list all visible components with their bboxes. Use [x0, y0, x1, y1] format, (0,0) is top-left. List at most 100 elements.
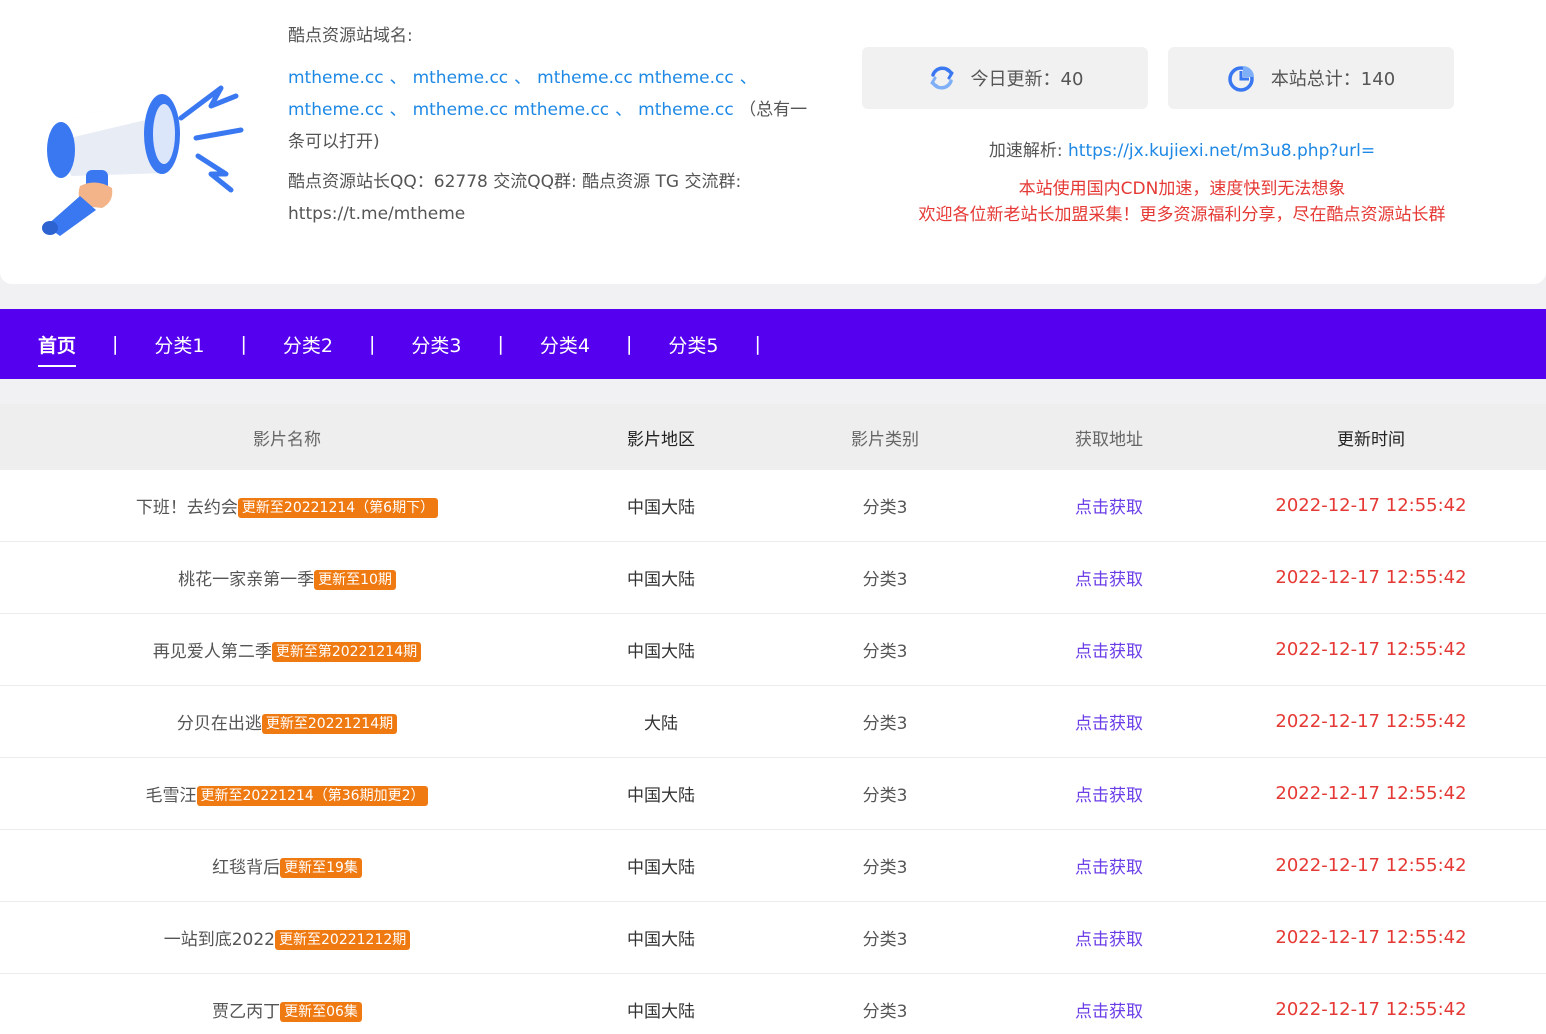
megaphone-icon — [42, 85, 244, 236]
get-link[interactable]: 点击获取 — [1075, 786, 1143, 806]
nav-separator: | — [240, 333, 247, 355]
category-cell: 分类3 — [862, 858, 908, 878]
link-cell: 点击获取 — [1022, 637, 1196, 662]
video-title[interactable]: 贾乙丙丁 — [212, 1002, 280, 1022]
nav-item-category2[interactable]: 分类2 — [283, 331, 333, 358]
category-cell: 分类3 — [862, 1002, 908, 1022]
update-badge: 更新至06集 — [280, 1002, 362, 1022]
header-link: 获取地址 — [1075, 429, 1143, 450]
link-cell: 点击获取 — [1022, 781, 1196, 806]
video-title[interactable]: 分贝在出逃 — [177, 714, 262, 734]
time-cell: 2022-12-17 12:55:42 — [1275, 927, 1467, 948]
video-title[interactable]: 再见爱人第二季 — [153, 642, 272, 662]
contact-tg-link[interactable]: https://t.me/mtheme — [288, 198, 808, 230]
time-cell: 2022-12-17 12:55:42 — [1275, 999, 1467, 1020]
header-card: 酷点资源站域名: mtheme.cc、 mtheme.cc、 mtheme.cc m… — [0, 0, 1546, 284]
video-title-cell: 一站到底2022 更新至20221212期 — [0, 925, 574, 950]
nav-separator: | — [754, 333, 761, 355]
nav-item-home[interactable]: 首页 — [38, 331, 77, 367]
update-badge: 更新至第20221214期 — [271, 642, 422, 662]
accel-label: 加速解析: — [988, 141, 1068, 161]
header-title: 影片名称 — [253, 429, 321, 450]
region-cell: 中国大陆 — [627, 498, 695, 518]
pie-chart-icon — [1228, 66, 1254, 92]
nav-item-category1[interactable]: 分类1 — [154, 331, 204, 358]
video-title-cell: 分贝在出逃 更新至20221214期 — [0, 709, 574, 734]
table-row: 再见爱人第二季 更新至第20221214期 中国大陆 分类3 点击获取 2022-… — [0, 614, 1546, 686]
category-cell: 分类3 — [862, 570, 908, 590]
video-title[interactable]: 毛雪汪 — [146, 786, 197, 806]
get-link[interactable]: 点击获取 — [1075, 498, 1143, 518]
get-link[interactable]: 点击获取 — [1075, 570, 1143, 590]
nav-separator: | — [626, 333, 633, 355]
domain-link[interactable]: mtheme.cc — [288, 100, 384, 120]
domain-link[interactable]: mtheme.cc — [413, 68, 509, 88]
domain-link[interactable]: mtheme.cc mtheme.cc — [537, 68, 734, 88]
table-row: 一站到底2022 更新至20221212期 中国大陆 分类3 点击获取 2022-… — [0, 902, 1546, 974]
refresh-icon — [930, 66, 954, 90]
update-badge: 更新至10期 — [314, 570, 396, 590]
update-badge: 更新至19集 — [280, 858, 362, 878]
category-cell: 分类3 — [862, 498, 908, 518]
site-total-box: 本站总计：140 — [1168, 47, 1454, 109]
video-table: 影片名称 影片地区 影片类别 获取地址 更新时间 下班！去约会 更新至202212… — [0, 404, 1546, 1034]
time-cell: 2022-12-17 12:55:42 — [1275, 567, 1467, 588]
nav-separator: | — [369, 333, 376, 355]
notice: 本站使用国内CDN加速，速度快到无法想象 欢迎各位新老站长加盟采集！更多资源福利… — [862, 176, 1502, 228]
nav-item-category4[interactable]: 分类4 — [540, 331, 590, 358]
time-cell: 2022-12-17 12:55:42 — [1275, 639, 1467, 660]
time-cell: 2022-12-17 12:55:42 — [1275, 783, 1467, 804]
contact-line: 酷点资源站长QQ：62778 交流QQ群: 酷点资源 TG 交流群: — [288, 172, 742, 192]
link-cell: 点击获取 — [1022, 709, 1196, 734]
table-row: 下班！去约会 更新至20221214（第6期下） 中国大陆 分类3 点击获取 20… — [0, 470, 1546, 542]
region-cell: 中国大陆 — [627, 858, 695, 878]
table-row: 桃花一家亲第一季 更新至10期 中国大陆 分类3 点击获取 2022-12-17 … — [0, 542, 1546, 614]
link-cell: 点击获取 — [1022, 493, 1196, 518]
nav-separator: | — [112, 333, 119, 355]
nav-item-category3[interactable]: 分类3 — [411, 331, 461, 358]
link-cell: 点击获取 — [1022, 853, 1196, 878]
table-row: 毛雪汪 更新至20221214（第36期加更2） 中国大陆 分类3 点击获取 20… — [0, 758, 1546, 830]
table-row: 贾乙丙丁 更新至06集 中国大陆 分类3 点击获取 2022-12-17 12:5… — [0, 974, 1546, 1034]
link-cell: 点击获取 — [1022, 997, 1196, 1022]
video-title[interactable]: 下班！去约会 — [136, 498, 238, 518]
domain-link[interactable]: mtheme.cc — [288, 68, 384, 88]
nav-item-category5[interactable]: 分类5 — [668, 331, 718, 358]
update-badge: 更新至20221212期 — [275, 930, 411, 950]
get-link[interactable]: 点击获取 — [1075, 642, 1143, 662]
category-cell: 分类3 — [862, 930, 908, 950]
get-link[interactable]: 点击获取 — [1075, 858, 1143, 878]
header-category: 影片类别 — [851, 429, 919, 450]
category-cell: 分类3 — [862, 786, 908, 806]
update-badge: 更新至20221214（第6期下） — [237, 498, 439, 518]
get-link[interactable]: 点击获取 — [1075, 714, 1143, 734]
accel-url-link[interactable]: https://jx.kujiexi.net/m3u8.php?url= — [1068, 141, 1375, 161]
domain-link[interactable]: mtheme.cc mtheme.cc — [413, 100, 610, 120]
update-badge: 更新至20221214（第36期加更2） — [196, 786, 429, 806]
time-cell: 2022-12-17 12:55:42 — [1275, 495, 1467, 516]
notice-line: 本站使用国内CDN加速，速度快到无法想象 — [1018, 179, 1346, 199]
table-header: 影片名称 影片地区 影片类别 获取地址 更新时间 — [0, 404, 1546, 470]
video-title-cell: 下班！去约会 更新至20221214（第6期下） — [0, 493, 574, 518]
video-title[interactable]: 一站到底2022 — [164, 930, 275, 950]
category-cell: 分类3 — [862, 642, 908, 662]
video-title-cell: 红毯背后 更新至19集 — [0, 853, 574, 878]
main-nav: 首页 | 分类1 | 分类2 | 分类3 | 分类4 | 分类5 | — [0, 309, 1546, 379]
time-cell: 2022-12-17 12:55:42 — [1275, 855, 1467, 876]
region-cell: 中国大陆 — [627, 930, 695, 950]
get-link[interactable]: 点击获取 — [1075, 930, 1143, 950]
video-title-cell: 再见爱人第二季 更新至第20221214期 — [0, 637, 574, 662]
region-cell: 中国大陆 — [627, 570, 695, 590]
video-title-cell: 毛雪汪 更新至20221214（第36期加更2） — [0, 781, 574, 806]
video-title[interactable]: 桃花一家亲第一季 — [178, 570, 314, 590]
get-link[interactable]: 点击获取 — [1075, 1002, 1143, 1022]
nav-separator: | — [497, 333, 504, 355]
time-cell: 2022-12-17 12:55:42 — [1275, 711, 1467, 732]
domain-link[interactable]: mtheme.cc — [638, 100, 734, 120]
video-title[interactable]: 红毯背后 — [212, 858, 280, 878]
update-badge: 更新至20221214期 — [261, 714, 398, 734]
domain-title: 酷点资源站域名: — [288, 26, 413, 46]
region-cell: 中国大陆 — [627, 642, 695, 662]
today-updates-label: 今日更新：40 — [970, 69, 1084, 90]
link-cell: 点击获取 — [1022, 565, 1196, 590]
